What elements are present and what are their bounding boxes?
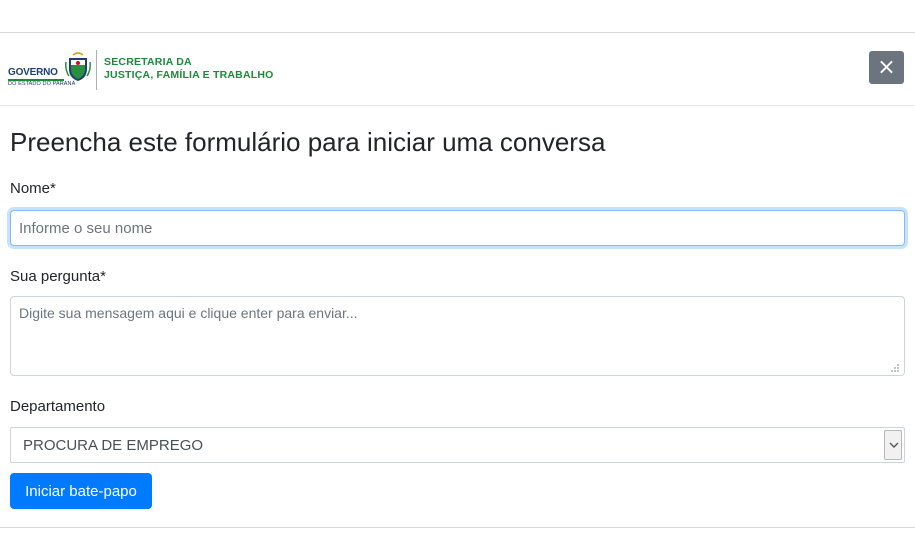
name-label: Nome* — [10, 180, 56, 197]
logo-divider — [96, 50, 97, 90]
footer-divider — [0, 527, 915, 528]
logo-governo-text: GOVERNO — [8, 67, 58, 78]
close-icon: × — [877, 55, 896, 80]
resize-handle-icon[interactable] — [890, 363, 900, 373]
header-divider — [0, 105, 915, 106]
department-select[interactable]: PROCURA DE EMPREGO — [10, 427, 905, 463]
name-input[interactable] — [10, 210, 905, 246]
chevron-down-icon — [889, 442, 899, 448]
select-dropdown-button[interactable] — [884, 430, 902, 460]
close-button[interactable]: × — [869, 51, 904, 84]
secretaria-line-1: SECRETARIA DA — [104, 56, 192, 68]
start-chat-button[interactable]: Iniciar bate-papo — [10, 473, 152, 509]
question-label: Sua pergunta* — [10, 268, 106, 285]
top-divider — [0, 32, 915, 33]
department-label: Departamento — [10, 398, 106, 415]
agency-logo: GOVERNO DO ESTADO DO PARANÁ SECRETARIA D… — [8, 50, 308, 92]
form-title: Preencha este formulário para iniciar um… — [10, 127, 606, 157]
question-textarea[interactable] — [10, 296, 905, 376]
secretaria-line-2: JUSTIÇA, FAMÍLIA E TRABALHO — [104, 69, 274, 81]
department-selected-value: PROCURA DE EMPREGO — [23, 437, 204, 454]
coat-of-arms-icon — [65, 52, 91, 81]
